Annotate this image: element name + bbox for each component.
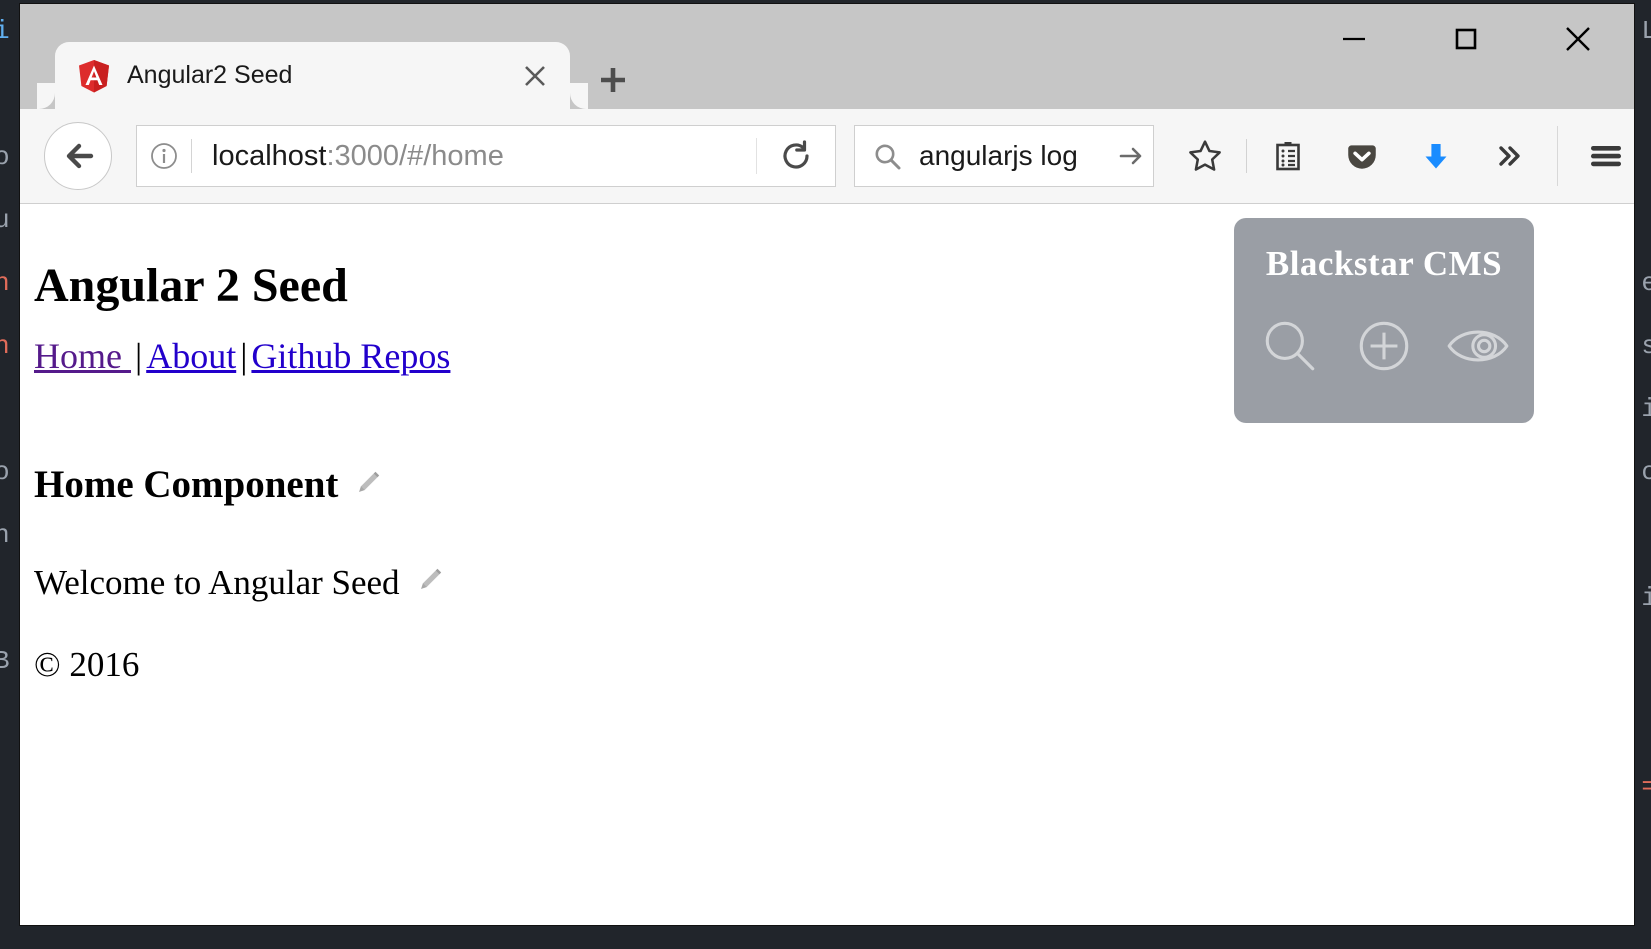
- url-host: localhost: [212, 139, 327, 172]
- nav-separator-1: |: [134, 336, 143, 376]
- reload-button[interactable]: [756, 138, 835, 174]
- search-bar[interactable]: angularjs log: [854, 125, 1154, 187]
- search-icon: [1259, 315, 1321, 382]
- blackstar-cms-actions: [1234, 306, 1534, 390]
- cms-preview-button[interactable]: [1436, 306, 1520, 390]
- pocket-icon[interactable]: [1325, 123, 1399, 189]
- bookmark-star-icon[interactable]: [1168, 123, 1242, 189]
- search-go-button[interactable]: [1109, 142, 1153, 170]
- search-input[interactable]: angularjs log: [919, 140, 1109, 172]
- library-list-icon[interactable]: [1251, 123, 1325, 189]
- url-bar[interactable]: localhost:3000/#/home: [136, 125, 836, 187]
- downloads-icon[interactable]: [1399, 123, 1473, 189]
- component-heading-text: Home Component: [34, 463, 339, 507]
- arrow-right-icon: [1119, 147, 1142, 165]
- overflow-chevrons-icon[interactable]: [1473, 123, 1547, 189]
- toolbar-icon-group: [1168, 123, 1634, 189]
- cms-search-button[interactable]: [1248, 306, 1332, 390]
- browser-window: Angular2 Seed localhost:3000/#/home angu…: [20, 4, 1634, 925]
- url-text[interactable]: localhost:3000/#/home: [192, 140, 756, 173]
- page-title: Angular 2 Seed: [34, 259, 348, 313]
- window-minimize-button[interactable]: [1298, 4, 1410, 74]
- hamburger-menu-icon[interactable]: [1558, 123, 1634, 189]
- url-path: :3000/#/home: [326, 139, 504, 172]
- window-close-button[interactable]: [1522, 4, 1634, 74]
- blackstar-cms-title: Blackstar CMS: [1265, 244, 1503, 283]
- maximize-icon: [1455, 28, 1477, 50]
- page-viewport: Angular 2 Seed Home | About | Github Repos …: [20, 204, 1634, 925]
- blackstar-cms-panel[interactable]: Blackstar CMS: [1234, 218, 1534, 423]
- new-tab-button[interactable]: [585, 54, 641, 106]
- window-maximize-button[interactable]: [1410, 4, 1522, 74]
- page-nav-links: Home | About | Github Repos: [34, 335, 450, 377]
- angular-logo-icon: [77, 59, 111, 93]
- back-arrow-icon: [66, 143, 94, 169]
- nav-link-about[interactable]: About: [146, 336, 236, 376]
- back-button[interactable]: [44, 122, 112, 190]
- body-text-row: Welcome to Angular Seed: [34, 563, 444, 603]
- component-heading-row: Home Component: [34, 462, 382, 507]
- cms-add-button[interactable]: [1342, 306, 1426, 390]
- pencil-edit-icon[interactable]: [416, 563, 444, 603]
- browser-tab-angular2-seed[interactable]: Angular2 Seed: [29, 42, 596, 109]
- reload-icon: [783, 140, 809, 169]
- pencil-edit-icon[interactable]: [354, 462, 382, 507]
- nav-link-home[interactable]: Home: [34, 336, 131, 376]
- tab-close-icon[interactable]: [508, 49, 562, 103]
- close-icon: [1566, 27, 1590, 51]
- eye-icon: [1445, 315, 1511, 382]
- browser-titlebar: Angular2 Seed: [20, 4, 1634, 109]
- plus-icon: [601, 68, 625, 92]
- tab-title: Angular2 Seed: [127, 61, 293, 89]
- body-text: Welcome to Angular Seed: [34, 563, 400, 602]
- search-icon: [855, 141, 919, 171]
- browser-navigation-toolbar: localhost:3000/#/home angularjs log: [20, 109, 1634, 204]
- window-controls: [1298, 4, 1634, 74]
- nav-link-github-repos[interactable]: Github Repos: [251, 336, 450, 376]
- copyright-text: © 2016: [34, 645, 140, 684]
- minimize-icon: [1343, 37, 1365, 41]
- nav-separator-2: |: [240, 336, 248, 376]
- plus-circle-icon: [1353, 315, 1415, 382]
- toolbar-divider: [1246, 139, 1247, 173]
- info-circle-icon[interactable]: [137, 141, 191, 171]
